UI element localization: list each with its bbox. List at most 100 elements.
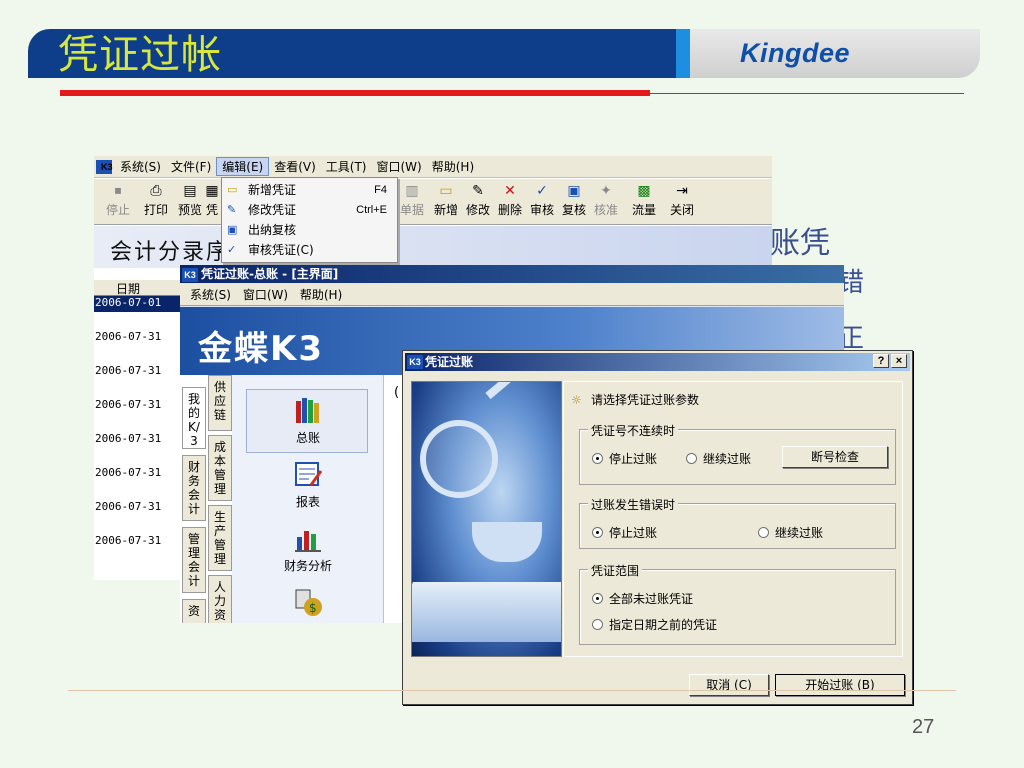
radio-dot-selected bbox=[592, 593, 603, 604]
new-voucher-icon: ▭ bbox=[227, 183, 238, 196]
radio-dot bbox=[686, 453, 697, 464]
toolbar-recheck-button[interactable]: ▣ 复核 bbox=[558, 181, 590, 223]
tab-resources[interactable]: 资 bbox=[182, 599, 206, 623]
menu-window[interactable]: 窗口(W) bbox=[243, 288, 288, 302]
title-accent-bar bbox=[676, 29, 690, 78]
toolbar-audit-button[interactable]: ✓ 审核 bbox=[526, 181, 558, 223]
kingdee-logo: Kingdee bbox=[740, 38, 851, 68]
menu-system[interactable]: 系统(S) bbox=[190, 288, 231, 302]
module-financial-analysis[interactable]: 财务分析 bbox=[232, 523, 384, 574]
k3-app-icon: K3 bbox=[182, 268, 198, 282]
table-row[interactable]: 2006-07-31 bbox=[94, 466, 184, 482]
document-icon: ▥ bbox=[405, 183, 419, 199]
tab-human-resources[interactable]: 人力资 bbox=[208, 575, 232, 623]
menu-item-cashier-check[interactable]: ▣ 出纳复核 bbox=[222, 220, 397, 240]
module-reports[interactable]: 报表 bbox=[232, 459, 384, 510]
voucher-icon: ▦ bbox=[205, 183, 219, 199]
module-cash-management[interactable]: $ bbox=[232, 587, 384, 621]
start-posting-button[interactable]: 开始过账 (B) bbox=[775, 674, 905, 696]
module-panel: 总账 报表 财务分析 $ bbox=[232, 375, 384, 623]
table-row[interactable]: 2006-07-31 bbox=[94, 432, 184, 448]
tab-cost-management[interactable]: 成本管理 bbox=[208, 435, 232, 501]
menu-file[interactable]: 文件(F) bbox=[166, 158, 216, 175]
menu-window[interactable]: 窗口(W) bbox=[372, 158, 427, 175]
faded-text: 账凭 bbox=[770, 226, 830, 261]
radio-stop-posting-error[interactable]: 停止过账 bbox=[592, 524, 657, 541]
menu-system[interactable]: 系统(S) bbox=[115, 158, 166, 175]
footer-rule bbox=[68, 690, 956, 691]
column-date[interactable]: 日期 bbox=[116, 280, 140, 297]
stop-icon: ⏹ bbox=[114, 183, 122, 199]
radio-continue-posting-gap[interactable]: 继续过账 bbox=[686, 450, 751, 467]
preview-icon: ▤ bbox=[183, 183, 197, 199]
menu-edit[interactable]: 编辑(E) bbox=[216, 157, 270, 176]
radio-all-unposted[interactable]: 全部未过账凭证 bbox=[592, 590, 693, 607]
edit-menu-dropdown: ▭ 新增凭证 F4 ✎ 修改凭证 Ctrl+E ▣ 出纳复核 ✓ 审核凭证(C) bbox=[221, 177, 398, 263]
delete-icon: ✕ bbox=[504, 183, 516, 199]
menu-item-audit-voucher[interactable]: ✓ 审核凭证(C) bbox=[222, 240, 397, 260]
thin-rule bbox=[650, 93, 964, 94]
menu-item-edit-voucher[interactable]: ✎ 修改凭证 Ctrl+E bbox=[222, 200, 397, 220]
menu-help[interactable]: 帮助(H) bbox=[300, 288, 342, 302]
toolbar-approve-button[interactable]: ✦ 核准 bbox=[590, 181, 622, 223]
toolbar-voucher-button[interactable]: ▦ 凭 bbox=[204, 181, 220, 223]
analysis-icon bbox=[295, 531, 321, 552]
gap-check-button[interactable]: 断号检查 bbox=[782, 446, 888, 468]
table-row[interactable]: 2006-07-31 bbox=[94, 500, 184, 516]
toolbar-close-button[interactable]: ⇥ 关闭 bbox=[666, 181, 698, 223]
edit-icon: ✎ bbox=[472, 183, 484, 199]
back-menubar: K3 系统(S) 文件(F) 编辑(E) 查看(V) 工具(T) 窗口(W) 帮… bbox=[94, 156, 772, 178]
menu-help[interactable]: 帮助(H) bbox=[427, 158, 479, 175]
dialog-hint: ☼ 请选择凭证过账参数 bbox=[571, 393, 700, 407]
edit-voucher-icon: ✎ bbox=[227, 203, 237, 216]
table-row[interactable]: 2006-07-01 bbox=[94, 296, 184, 312]
magnifier-handle bbox=[485, 382, 534, 400]
tab-management-accounting[interactable]: 管理会计 bbox=[182, 527, 206, 593]
magnifier-lens bbox=[420, 420, 498, 498]
radio-before-date[interactable]: 指定日期之前的凭证 bbox=[592, 616, 717, 633]
menu-tools[interactable]: 工具(T) bbox=[321, 158, 372, 175]
new-icon: ▭ bbox=[439, 183, 453, 199]
menu-view[interactable]: 查看(V) bbox=[269, 158, 321, 175]
toolbar-print-button[interactable]: ⎙ 打印 bbox=[140, 181, 172, 223]
group-voucher-range: 凭证范围 全部未过账凭证 指定日期之前的凭证 bbox=[579, 562, 896, 645]
table-row[interactable]: 2006-07-31 bbox=[94, 534, 184, 550]
tab-production-management[interactable]: 生产管理 bbox=[208, 505, 232, 571]
svg-text:$: $ bbox=[309, 601, 317, 615]
voucher-posting-dialog: K3 凭证过账 ? × ☼ 请选择凭证过账参数 凭证号不连续时 停止过账 继续过账… bbox=[402, 350, 913, 705]
audit-voucher-icon: ✓ bbox=[227, 243, 237, 256]
toolbar-preview-button[interactable]: ▤ 预览 bbox=[174, 181, 206, 223]
k3-app-icon: K3 bbox=[96, 159, 113, 174]
toolbar-delete-button[interactable]: ✕ 删除 bbox=[494, 181, 526, 223]
dialog-title-bar: K3 凭证过账 bbox=[405, 353, 910, 371]
red-rule bbox=[60, 90, 650, 96]
books-icon bbox=[296, 398, 319, 423]
tab-financial-accounting[interactable]: 财务会计 bbox=[182, 455, 206, 521]
toolbar-stop-button[interactable]: ⏹ 停止 bbox=[102, 181, 134, 223]
tab-my-k3[interactable]: 我的K/3 bbox=[182, 387, 206, 449]
exit-icon: ⇥ bbox=[676, 183, 688, 199]
toolbar-cashflow-button[interactable]: ▩ 流量 bbox=[628, 181, 660, 223]
cancel-button[interactable]: 取消 (C) bbox=[689, 674, 769, 696]
toolbar-edit-button[interactable]: ✎ 修改 bbox=[462, 181, 494, 223]
radio-continue-posting-error[interactable]: 继续过账 bbox=[758, 524, 823, 541]
menu-item-new-voucher[interactable]: ▭ 新增凭证 F4 bbox=[222, 180, 397, 200]
approve-icon: ✦ bbox=[600, 183, 612, 199]
table-row[interactable]: 2006-07-31 bbox=[94, 398, 184, 414]
close-button[interactable]: × bbox=[891, 354, 907, 368]
radio-stop-posting-gap[interactable]: 停止过账 bbox=[592, 450, 657, 467]
radio-dot-selected bbox=[592, 453, 603, 464]
lightbulb-icon: ☼ bbox=[571, 393, 582, 407]
table-row[interactable]: 2006-07-31 bbox=[94, 330, 184, 346]
toolbar-new-button[interactable]: ▭ 新增 bbox=[430, 181, 462, 223]
tab-supply-chain[interactable]: 供应链 bbox=[208, 375, 232, 431]
radio-dot-selected bbox=[592, 527, 603, 538]
table-row[interactable]: 2006-07-31 bbox=[94, 364, 184, 380]
slide-title: 凭证过帐 bbox=[58, 32, 222, 78]
list-banner-title: 会计分录序 bbox=[110, 240, 231, 265]
dialog-title: 凭证过账 bbox=[425, 355, 474, 369]
help-button[interactable]: ? bbox=[873, 354, 889, 368]
toolbar-document-button[interactable]: ▥ 单据 bbox=[396, 181, 428, 223]
main-menubar: 系统(S) 窗口(W) 帮助(H) bbox=[180, 284, 844, 306]
module-general-ledger[interactable]: 总账 bbox=[232, 389, 384, 453]
